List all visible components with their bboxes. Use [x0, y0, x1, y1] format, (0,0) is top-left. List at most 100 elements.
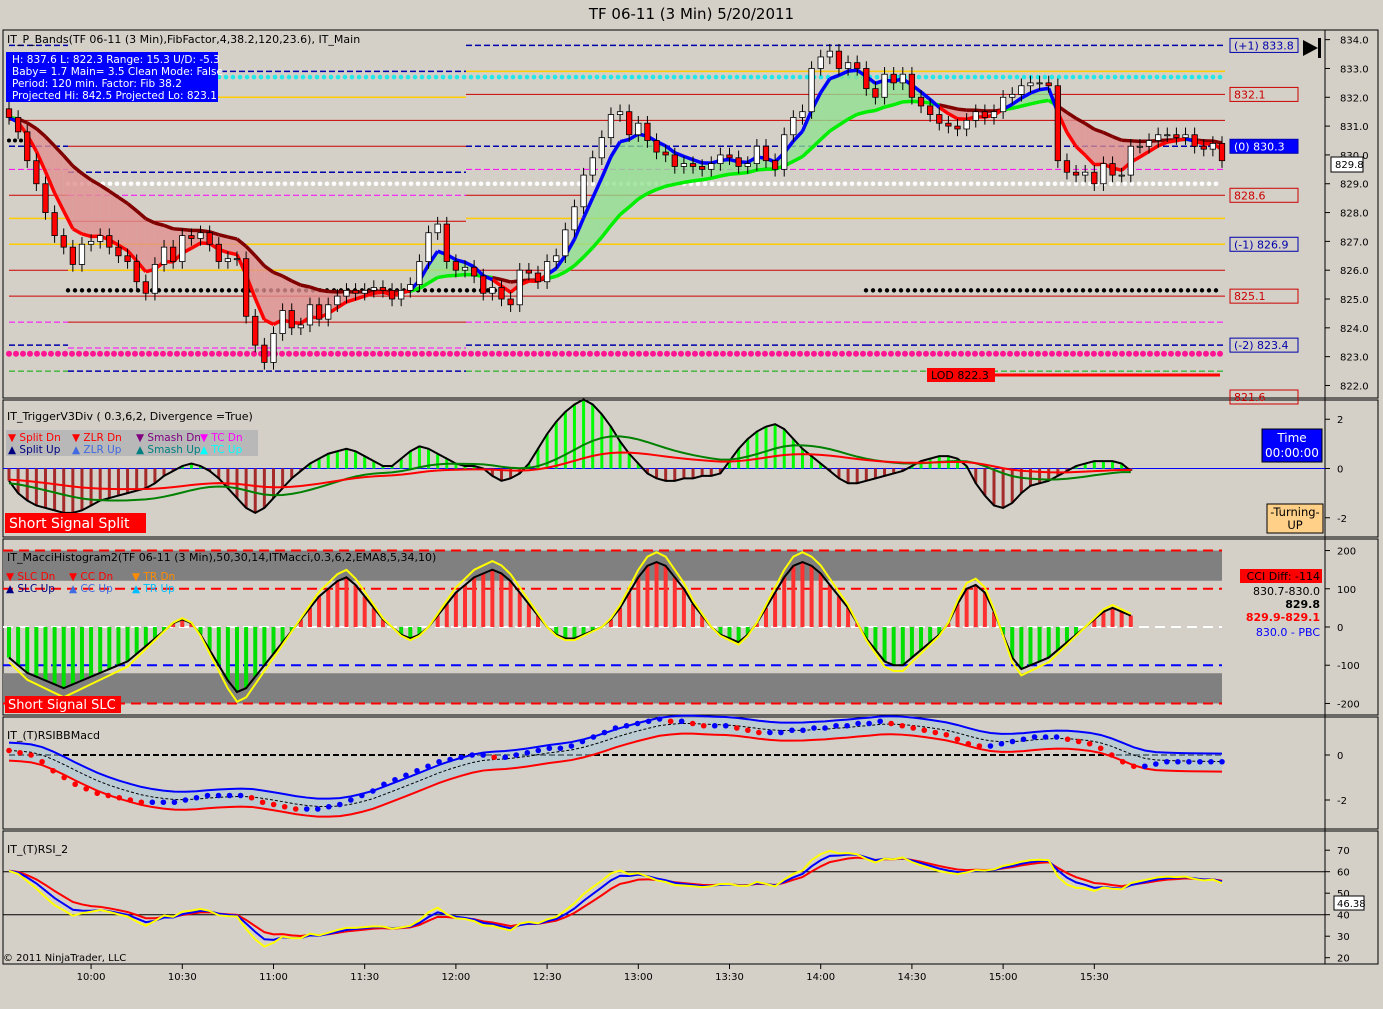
dot [282, 181, 288, 187]
rsibb-dot [248, 794, 255, 801]
dot [622, 74, 628, 80]
candle-body [42, 183, 49, 213]
dot [1042, 350, 1048, 357]
dot [76, 350, 82, 357]
main-y-label: 829.0 [1340, 180, 1369, 191]
dot [163, 181, 169, 187]
dot [1017, 288, 1023, 293]
dot [762, 74, 768, 80]
dot [69, 350, 75, 357]
dot [307, 74, 313, 80]
dot [1021, 350, 1027, 357]
dot [492, 181, 498, 187]
main-y-label: 831.0 [1340, 122, 1369, 133]
dot [170, 288, 176, 293]
svg-text:CCI Diff: -114: CCI Diff: -114 [1247, 570, 1320, 583]
dot [240, 181, 246, 187]
dot [797, 350, 803, 357]
candle-body [680, 163, 688, 167]
dot [877, 288, 883, 293]
candle-body [51, 212, 58, 237]
dot [720, 350, 726, 357]
dot [65, 288, 71, 293]
dot [359, 181, 365, 187]
candle-body [917, 96, 925, 107]
ma-slow-line [1130, 139, 1141, 144]
dot [786, 181, 792, 187]
dot [1199, 288, 1205, 293]
rsibb-dot [954, 736, 961, 743]
dot [125, 350, 131, 357]
candle-body [133, 261, 140, 283]
dot [1175, 350, 1181, 357]
dot [877, 181, 883, 187]
dot [888, 350, 894, 357]
chart-canvas[interactable]: 834.0833.0832.0831.0830.0829.0828.0827.0… [0, 0, 1383, 1009]
dot [1112, 74, 1118, 80]
candle-body [972, 111, 979, 121]
candle-body [626, 111, 633, 136]
rsibb-dot [568, 743, 575, 749]
rsi2-y-label: 70 [1337, 846, 1350, 857]
candle-body [717, 154, 724, 164]
ma-slow-line [738, 170, 748, 176]
dot [268, 181, 274, 187]
dot [916, 350, 922, 357]
candle-body [261, 344, 268, 363]
rsibb-dot [513, 752, 520, 758]
dot [1063, 350, 1069, 357]
dot [272, 74, 278, 80]
candle-body [480, 275, 487, 294]
ma-slow-line [173, 227, 183, 232]
rsibb-dot [1186, 758, 1192, 765]
candle-body [990, 111, 998, 118]
dot [114, 288, 120, 293]
dot [216, 350, 222, 357]
trigger-y-label: -2 [1337, 514, 1347, 525]
candle-body [142, 281, 149, 294]
dot [1171, 181, 1177, 187]
rsibb-dot [800, 727, 806, 734]
dot [128, 181, 134, 187]
dot [289, 181, 295, 187]
dot [930, 74, 936, 80]
dot [1122, 181, 1128, 187]
candle-body [863, 68, 870, 90]
dot [352, 181, 358, 187]
dot [191, 181, 197, 187]
dot [1010, 288, 1016, 293]
dot [321, 350, 327, 357]
dot [744, 181, 750, 187]
dot [475, 350, 481, 357]
dot [926, 288, 932, 293]
dot [807, 181, 813, 187]
dot [867, 350, 873, 357]
dot [90, 350, 96, 357]
dot [1168, 350, 1174, 357]
trigger-legend-item: ▲ ZLR Up [72, 444, 122, 456]
ma-fast-line [1176, 136, 1186, 143]
dot [912, 181, 918, 187]
dot [1014, 350, 1020, 357]
dot [457, 181, 463, 187]
candle-body [306, 304, 314, 326]
candle-body [553, 255, 560, 262]
dot [1168, 74, 1174, 80]
rsibb-dot [899, 722, 906, 729]
dot [72, 288, 78, 293]
dot [552, 74, 558, 80]
dot [898, 181, 904, 187]
dot [765, 181, 771, 187]
ma-fast-line [81, 232, 92, 239]
dot [716, 181, 722, 187]
candle-body [525, 269, 532, 274]
rsibb-dot [259, 799, 266, 806]
dot [114, 181, 120, 187]
dot [902, 350, 908, 357]
candle-body [616, 111, 624, 115]
dot [1196, 74, 1202, 80]
rsibb-dot [656, 716, 663, 722]
dot [384, 350, 390, 357]
dot [863, 288, 869, 293]
dot [1017, 181, 1023, 187]
